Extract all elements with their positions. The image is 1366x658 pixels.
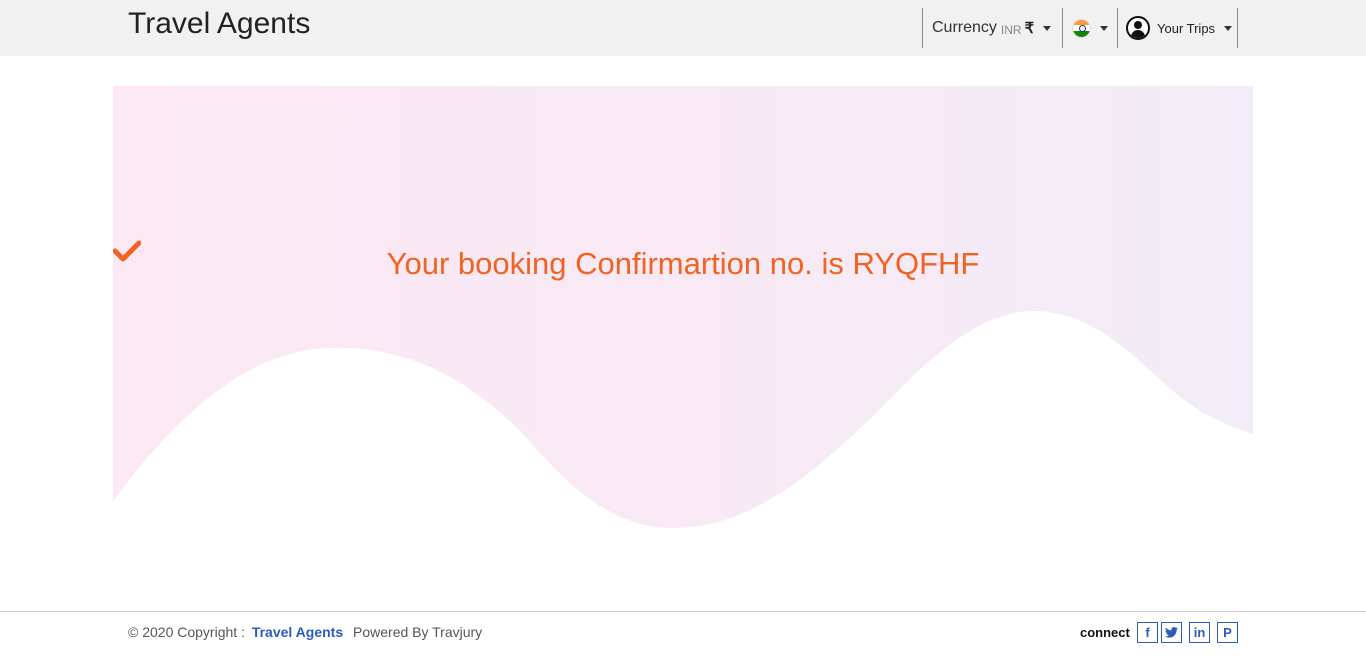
rupee-icon: ₹ [1024, 20, 1035, 37]
currency-code: INR [1000, 22, 1022, 37]
connect-label: connect [1080, 625, 1130, 640]
facebook-icon[interactable]: f [1137, 622, 1158, 643]
footer: © 2020 Copyright : Travel Agents Powered… [0, 611, 1366, 658]
linkedin-icon[interactable]: in [1189, 622, 1210, 643]
india-flag-icon [1072, 18, 1091, 38]
check-icon [113, 240, 141, 262]
user-avatar-icon [1126, 16, 1150, 40]
wave-decoration [113, 311, 1253, 566]
pinterest-icon[interactable]: P [1217, 622, 1238, 643]
currency-label: Currency [932, 19, 997, 36]
your-trips-dropdown[interactable]: Your Trips [1117, 8, 1238, 48]
confirmation-text: Your booking Confirmartion no. is RYQFHF [386, 246, 980, 281]
company-link[interactable]: Travel Agents [252, 624, 343, 640]
chevron-down-icon [1100, 25, 1108, 31]
confirmation-message: Your booking Confirmartion no. is RYQFHF [113, 240, 1253, 282]
chevron-down-icon [1224, 25, 1233, 31]
twitter-icon[interactable] [1161, 622, 1182, 643]
currency-dropdown[interactable]: Currency INR ₹ [922, 8, 1062, 48]
copyright-text: © 2020 Copyright : Travel Agents Powered… [128, 624, 482, 640]
top-navbar: Travel Agents Currency INR ₹ Your Trips [0, 0, 1366, 56]
your-trips-label: Your Trips [1157, 20, 1216, 36]
confirmation-banner: Your booking Confirmartion no. is RYQFHF [113, 86, 1253, 566]
country-dropdown[interactable] [1062, 8, 1117, 48]
chevron-down-icon [1043, 25, 1052, 31]
copyright-prefix: © 2020 Copyright : [128, 624, 245, 640]
brand-logo-link[interactable]: Travel Agents [128, 6, 310, 42]
powered-by-text: Powered By Travjury [353, 624, 483, 640]
